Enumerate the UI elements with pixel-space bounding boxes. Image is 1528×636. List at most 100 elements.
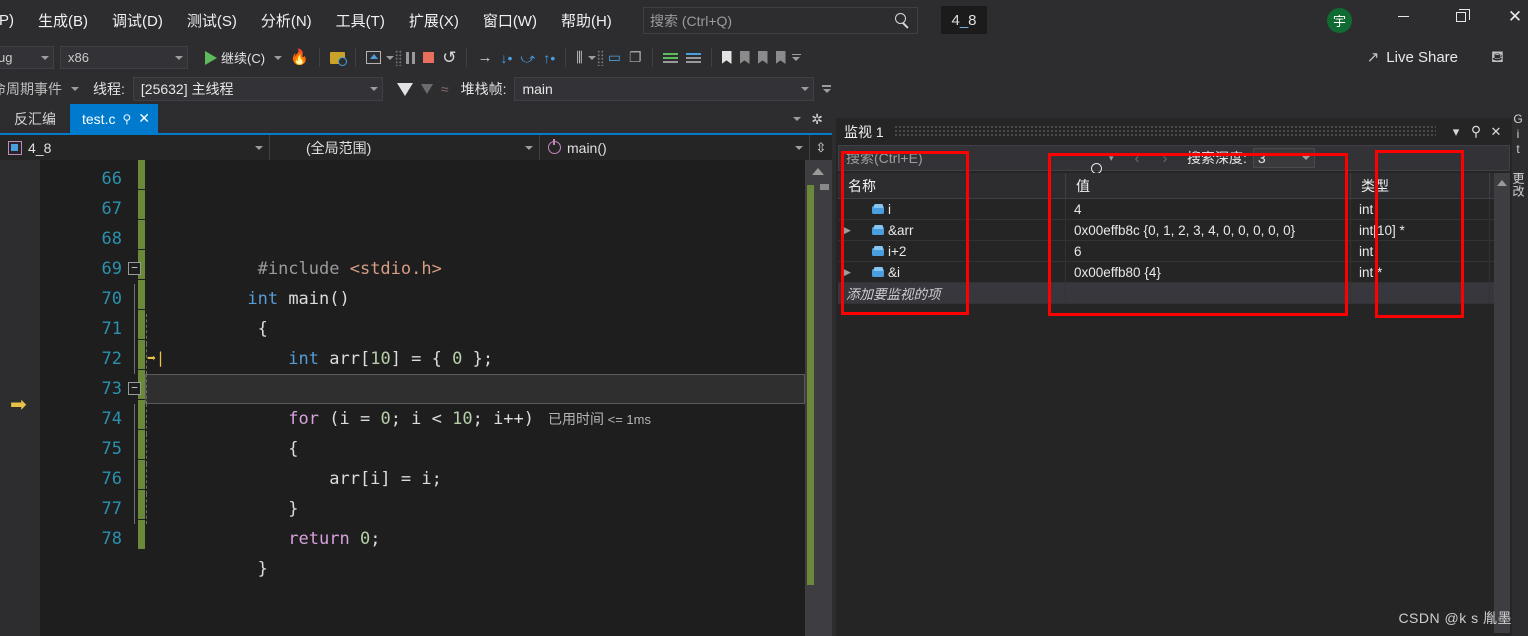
- panel-menu-icon[interactable]: ▾: [1446, 124, 1466, 140]
- nav-project-dropdown[interactable]: 4_8: [0, 135, 270, 160]
- close-button[interactable]: ✕: [1492, 0, 1528, 33]
- watch-search-bar[interactable]: 搜索(Ctrl+E) ▾ ‹ › 搜索深度: 3: [838, 145, 1510, 174]
- scroll-up-icon[interactable]: [1497, 180, 1507, 186]
- code-line-78[interactable]: }: [145, 524, 805, 579]
- watch-search-input[interactable]: 搜索(Ctrl+E): [839, 148, 1087, 168]
- code-line-77[interactable]: return 0;: [134, 494, 805, 549]
- table-row[interactable]: ▶ i+2 6 int: [838, 241, 1510, 262]
- watch-value-cell[interactable]: 0x00effb80 {4}: [1066, 262, 1351, 282]
- show-next-statement-button[interactable]: ▭: [604, 45, 625, 70]
- watch-value-cell[interactable]: 6: [1066, 241, 1351, 261]
- fold-toggle-icon[interactable]: −: [128, 382, 141, 395]
- maximize-button[interactable]: [1438, 0, 1484, 33]
- menu-item-extensions[interactable]: 扩展(X): [397, 6, 471, 35]
- open-folder-search-button[interactable]: [326, 45, 349, 70]
- platform-dropdown[interactable]: x86: [60, 46, 188, 69]
- run-to-cursor-button[interactable]: →: [473, 45, 496, 70]
- prev-bookmark-button[interactable]: [736, 45, 754, 70]
- clear-bookmarks-button[interactable]: [772, 45, 790, 70]
- pause-button[interactable]: [402, 45, 420, 70]
- step-out-button[interactable]: ↑•: [539, 45, 559, 70]
- watch-name-cell[interactable]: ▶ &i: [838, 262, 1066, 282]
- menu-item-window[interactable]: 窗口(W): [471, 6, 549, 35]
- watch-vertical-scrollbar[interactable]: [1494, 173, 1510, 633]
- threads-button[interactable]: ⫼: [572, 45, 586, 70]
- search-depth-dropdown[interactable]: 3: [1252, 148, 1315, 168]
- split-view-icon[interactable]: ⇳: [810, 140, 832, 156]
- search-prev-button[interactable]: ‹: [1123, 150, 1151, 167]
- thread-dropdown[interactable]: [25632] 主线程: [132, 77, 383, 101]
- table-row[interactable]: ▶ i 4 int: [838, 199, 1510, 220]
- menu-item-tools[interactable]: 工具(T): [324, 6, 397, 35]
- code-line-69[interactable]: − int main(): [128, 254, 805, 309]
- toolbar-overflow-button[interactable]: [791, 53, 801, 62]
- breakpoint-gutter[interactable]: ➡: [0, 160, 40, 636]
- location-overflow-button[interactable]: [822, 85, 832, 93]
- minimize-button[interactable]: [1380, 0, 1426, 33]
- table-row[interactable]: ▶ &arr 0x00effb8c {0, 1, 2, 3, 4, 0, 0, …: [838, 220, 1510, 241]
- config-dropdown[interactable]: ug: [0, 46, 54, 69]
- chevron-down-icon[interactable]: [793, 117, 802, 121]
- editor-vertical-scrollbar[interactable]: [805, 160, 832, 636]
- continue-button[interactable]: 继续(C): [198, 45, 286, 70]
- menu-item-analyze[interactable]: 分析(N): [249, 6, 324, 35]
- code-line-76[interactable]: }: [134, 464, 805, 519]
- watch-add-row[interactable]: 添加要监视的项: [838, 283, 1510, 304]
- pin-icon[interactable]: ⚲: [1466, 123, 1486, 140]
- code-line-72[interactable]: ➡| int i = 0;: [134, 344, 805, 399]
- next-bookmark-button[interactable]: [754, 45, 772, 70]
- close-icon[interactable]: ✕: [1486, 124, 1506, 140]
- live-share-button[interactable]: ↗ Live Share: [1367, 44, 1458, 70]
- menu-item-project[interactable]: (P): [0, 8, 26, 33]
- watch-name-cell[interactable]: ▶ i: [838, 199, 1066, 219]
- toggle-bookmark-button[interactable]: [718, 45, 736, 70]
- expand-triangle-icon[interactable]: ▶: [842, 225, 853, 236]
- lifecycle-events-dropdown[interactable]: 命周期事件: [0, 77, 83, 102]
- stackframe-dropdown[interactable]: main: [514, 77, 815, 101]
- filter-threads-alt-button[interactable]: [417, 77, 437, 102]
- hot-reload-button[interactable]: 🔥: [286, 45, 313, 70]
- menu-item-debug[interactable]: 调试(D): [100, 6, 175, 35]
- threads-overflow-button[interactable]: [587, 45, 597, 70]
- watch-value-cell[interactable]: 4: [1066, 199, 1351, 219]
- code-line-66[interactable]: [145, 164, 805, 194]
- code-line-75[interactable]: arr[i] = i;: [134, 434, 805, 489]
- code-line-74[interactable]: {: [134, 404, 805, 459]
- code-lines[interactable]: #include <stdio.h> − int main() { int arr…: [128, 164, 805, 579]
- flag-threads-button[interactable]: ≈: [437, 77, 453, 102]
- code-line-71[interactable]: int arr[10] = { 0 };: [134, 314, 805, 369]
- scrollbar-thumb[interactable]: [820, 184, 829, 190]
- column-header-type[interactable]: 类型: [1351, 173, 1490, 198]
- git-changes-tab[interactable]: Git 更改: [1511, 112, 1527, 198]
- restart-button[interactable]: ↺: [438, 45, 460, 70]
- scroll-up-icon[interactable]: [812, 168, 824, 175]
- copy-button[interactable]: ❐: [625, 45, 646, 70]
- watch-add-placeholder[interactable]: 添加要监视的项: [838, 283, 1066, 303]
- column-header-name[interactable]: 名称: [838, 173, 1066, 198]
- filter-threads-button[interactable]: [393, 77, 417, 102]
- code-line-67[interactable]: [145, 194, 805, 224]
- code-line-70[interactable]: {: [134, 284, 805, 339]
- toolbar-grip[interactable]: [394, 49, 402, 66]
- expand-triangle-icon[interactable]: ▶: [842, 267, 853, 278]
- tab-disassembly[interactable]: 反汇编: [0, 105, 70, 133]
- nav-member-dropdown[interactable]: main(): [540, 135, 810, 160]
- nav-scope-dropdown[interactable]: (全局范围): [270, 135, 540, 160]
- search-next-button[interactable]: ›: [1151, 150, 1179, 167]
- close-icon[interactable]: ✕: [138, 110, 150, 127]
- menu-item-build[interactable]: 生成(B): [26, 6, 100, 35]
- watch-value-cell[interactable]: 0x00effb8c {0, 1, 2, 3, 4, 0, 0, 0, 0, 0…: [1066, 220, 1351, 240]
- toolbar-grip[interactable]: [596, 49, 604, 66]
- watch-add-value-cell[interactable]: [1066, 283, 1351, 303]
- pin-icon[interactable]: ⚲: [122, 112, 131, 126]
- uncomment-lines-button[interactable]: [682, 45, 705, 70]
- tab-test-c[interactable]: test.c ⚲ ✕: [70, 104, 158, 133]
- table-row[interactable]: ▶ &i 0x00effb80 {4} int *: [838, 262, 1510, 283]
- column-header-value[interactable]: 值: [1066, 173, 1351, 198]
- gear-icon[interactable]: ✲: [811, 111, 823, 128]
- fold-toggle-icon[interactable]: −: [128, 262, 141, 275]
- code-editor[interactable]: ➡ 66 67 68 69 70 71 72 73 74 75 76 77 78: [0, 160, 832, 636]
- chevron-down-icon[interactable]: [274, 55, 283, 60]
- code-line-73[interactable]: − for (i = 0; i < 10; i++) 已用时间 <= 1ms: [128, 374, 805, 429]
- frame-overflow-button[interactable]: [385, 45, 395, 70]
